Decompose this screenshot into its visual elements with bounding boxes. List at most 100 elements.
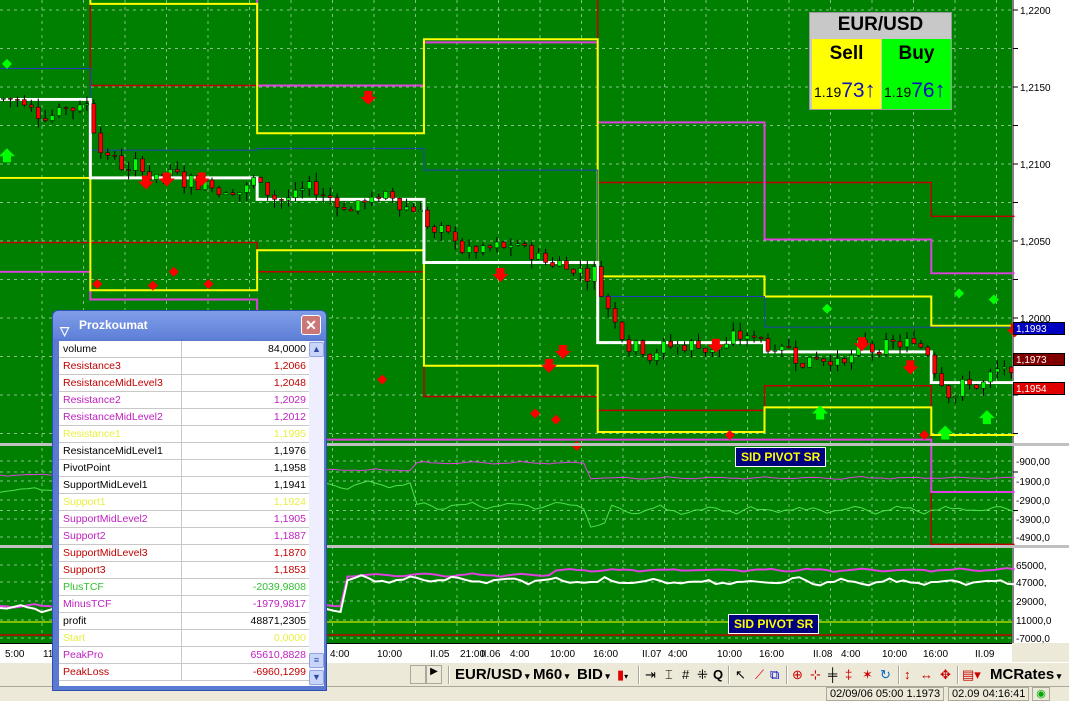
scroll-up-button[interactable]: ▲ [309,342,324,357]
item-value: 65610,8828 [250,649,306,661]
candle-body [981,381,986,389]
time-label: 10:00 [377,649,403,660]
candle-body [897,341,903,348]
time-label: 5:00 [5,649,25,660]
crosshair-icon[interactable]: ⁜ [697,667,708,683]
close-button[interactable]: ✕ [301,315,321,335]
candle-body [953,396,958,398]
time-label: 16:00 [593,649,619,660]
sell-button[interactable]: Sell 1.1973↑ [812,39,881,109]
candle-body [904,338,910,348]
scroll-down-button[interactable]: ▼ [309,670,324,685]
cursor-icon[interactable]: ↖ [735,667,746,683]
buy-price-prefix: 1.19 [884,84,912,100]
item-name: Support2 [59,528,182,544]
price-marker: 1,1954 [1013,381,1065,395]
list-item[interactable]: SupportMidLevel1 1,1941 [59,477,309,494]
candle-body [8,98,13,100]
candle-body [307,181,312,189]
vertical-scale-icon[interactable]: ↕ [904,667,911,682]
shift-chart-icon[interactable]: ⇥ [645,667,656,683]
candle-body [807,357,812,368]
candle-body [279,199,284,201]
candle-body [418,209,423,212]
candle-body [758,336,764,339]
cross-icon[interactable]: ✶ [862,667,873,683]
fibonacci-icon[interactable]: ‡ [845,667,852,682]
grid-icon[interactable]: # [682,667,689,682]
autoscale-icon[interactable]: ⌶ [665,667,673,683]
list-item[interactable]: profit 48871,2305 [59,613,309,630]
list-item[interactable]: PivotPoint 1,1958 [59,460,309,477]
candle-body [800,363,805,368]
candle-body [272,194,277,200]
rates-dropdown[interactable]: MCRates ▾ [990,666,1061,683]
list-item[interactable]: ResistanceMidLevel3 1,2048 [59,375,309,392]
candle-body [42,118,48,121]
time-label: II.07 [642,649,662,660]
quote-icon[interactable]: Q [713,667,723,682]
candle-body [56,107,62,116]
list-item[interactable]: PlusTCF -2039,9808 [59,579,309,596]
list-item[interactable]: Support2 1,1887 [59,528,309,545]
horizontal-line-icon[interactable]: ╪ [828,667,837,682]
list-item[interactable]: PeakLoss -6960,1299 [59,664,309,681]
channel-icon[interactable]: ⧉ [770,667,779,683]
candle-body [126,169,131,171]
period-value: M60 [533,666,563,683]
list-item[interactable]: SupportMidLevel2 1,1905 [59,511,309,528]
candle-body [640,340,646,355]
zoom-icon[interactable]: ⊕ [792,667,803,683]
scroll-left-button[interactable] [410,665,426,684]
buy-label: Buy [898,43,935,64]
trendline-icon[interactable]: ⟋ [755,667,764,683]
list-item[interactable]: Resistance2 1,2029 [59,392,309,409]
template-icon[interactable]: ▤▾ [962,667,981,683]
buy-price-pips: 76 [911,79,935,102]
period-dropdown[interactable]: M60 ▾ [533,666,569,683]
horizontal-scale-icon[interactable]: ↔ [920,667,933,682]
list-item[interactable]: SupportMidLevel3 1,1870 [59,545,309,562]
candle-body [995,368,1000,373]
candle-body [619,321,625,340]
list-item[interactable]: PeakPro 65610,8828 [59,647,309,664]
candle-body [466,246,472,253]
candle-body [355,200,361,212]
candle-type-icon[interactable]: ▮▾ [617,667,628,683]
expand-icon[interactable]: ✥ [940,667,951,683]
explorer-window[interactable]: ▽ Prozkoumat ✕ volume 84,0000 Resistance3 1… [52,310,327,691]
list-item[interactable]: Support3 1,1853 [59,562,309,579]
scroll-thumb[interactable]: ≡ [309,653,324,668]
time-label: 16:00 [759,649,785,660]
explorer-title-bar[interactable]: ▽ Prozkoumat ✕ [53,311,326,339]
list-item[interactable]: ResistanceMidLevel2 1,2012 [59,409,309,426]
list-item[interactable]: MinusTCF -1979,9817 [59,596,309,613]
list-item[interactable]: Resistance1 1,1995 [59,426,309,443]
bar-info: 02/09/06 05:00 1.1973 [826,687,945,701]
candle-body [63,107,69,109]
candle-body [612,308,618,323]
buy-button[interactable]: Buy 1.1976↑ [882,39,951,109]
candle-body [251,177,256,186]
price-type-dropdown[interactable]: BID ▾ [577,666,610,683]
symbol-dropdown[interactable]: EUR/USD ▾ [455,666,530,683]
scrollbar[interactable]: ▲ ≡ ▼ [309,341,324,686]
candle-body [675,344,680,347]
list-item[interactable]: ResistanceMidLevel1 1,1976 [59,443,309,460]
item-name: ResistanceMidLevel1 [59,443,182,459]
list-item[interactable]: volume 84,0000 [59,341,309,358]
candle-body [696,340,701,349]
item-name: PeakLoss [59,664,182,680]
time-label: 16:00 [923,649,949,660]
list-item[interactable]: Support1 1,1924 [59,494,309,511]
candle-body [793,347,799,364]
item-name: volume [59,341,182,357]
refresh-icon[interactable]: ↻ [880,667,891,683]
vertical-line-icon[interactable]: ⊹ [810,667,821,683]
scroll-right-button[interactable]: ▶ [426,665,442,684]
sell-price-pips: 73 [841,79,865,102]
candle-body [578,268,583,274]
list-item[interactable]: Start 0,0000 [59,630,309,647]
candle-body [925,346,931,356]
list-item[interactable]: Resistance3 1,2066 [59,358,309,375]
